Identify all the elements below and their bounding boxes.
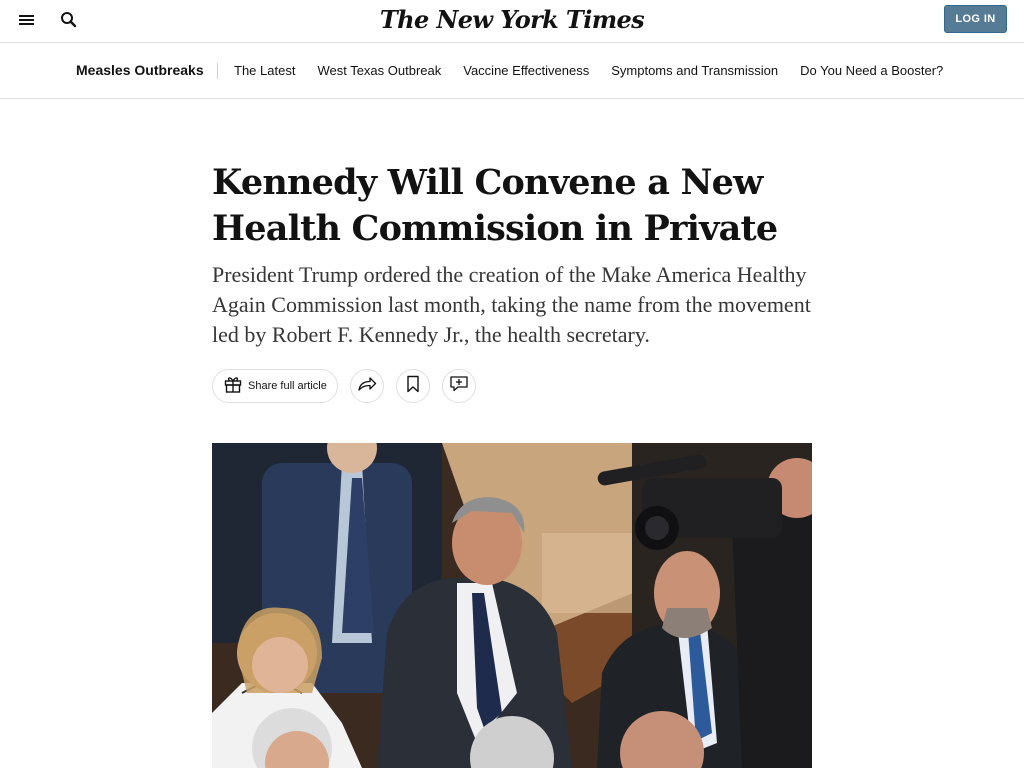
headline-line-1: Kennedy Will Convene a New bbox=[212, 162, 763, 203]
section-link-vaccine[interactable]: Vaccine Effectiveness bbox=[463, 63, 589, 78]
section-title[interactable]: Measles Outbreaks bbox=[76, 62, 204, 78]
gift-icon bbox=[223, 374, 243, 398]
section-link-latest[interactable]: The Latest bbox=[234, 63, 295, 78]
lead-photo[interactable] bbox=[212, 443, 812, 768]
article-summary: President Trump ordered the creation of … bbox=[212, 262, 811, 347]
share-full-article-button[interactable]: Share full article bbox=[212, 369, 338, 403]
nyt-logo[interactable]: The New York Times bbox=[0, 5, 1024, 34]
comment-button[interactable] bbox=[441, 369, 476, 403]
bookmark-icon bbox=[406, 375, 420, 397]
section-link-booster[interactable]: Do You Need a Booster? bbox=[800, 63, 943, 78]
share-toolbar: Share full article bbox=[212, 369, 488, 403]
headline-line-2: Health Commission in Private bbox=[212, 208, 778, 249]
login-button[interactable]: LOG IN bbox=[944, 5, 1007, 33]
save-button[interactable] bbox=[395, 369, 430, 403]
share-full-article-label: Share full article bbox=[248, 380, 327, 392]
section-nav: Measles Outbreaks The Latest West Texas … bbox=[0, 43, 1024, 99]
section-link-symptoms[interactable]: Symptoms and Transmission bbox=[611, 63, 778, 78]
section-links: The Latest West Texas Outbreak Vaccine E… bbox=[234, 63, 965, 78]
share-arrow-icon bbox=[357, 375, 377, 397]
section-divider bbox=[217, 63, 218, 79]
article-headline: Kennedy Will Convene a New Health Commis… bbox=[212, 160, 812, 252]
masthead: The New York Times LOG IN bbox=[0, 0, 1024, 43]
share-button[interactable] bbox=[349, 369, 384, 403]
comment-add-icon bbox=[449, 375, 469, 397]
section-link-west-texas[interactable]: West Texas Outbreak bbox=[317, 63, 441, 78]
